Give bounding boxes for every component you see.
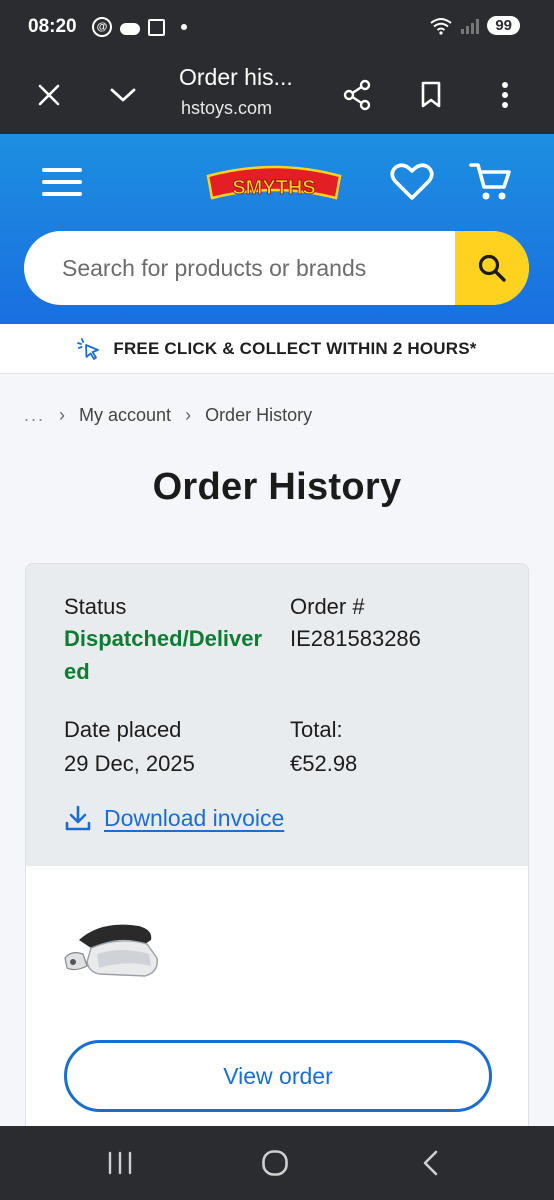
date-placed-label: Date placed (64, 717, 182, 742)
share-icon (343, 79, 371, 111)
total-label: Total: (290, 717, 343, 742)
breadcrumb-order-history: Order History (205, 405, 313, 425)
chevron-down-icon (110, 88, 136, 102)
search-input[interactable] (24, 231, 454, 305)
view-order-button[interactable]: View order (64, 1040, 492, 1112)
order-number-value: IE281583286 (290, 626, 421, 651)
order-summary: Status Dispatched/Delivered Order # IE28… (26, 564, 528, 866)
system-navigation-bar (0, 1126, 554, 1200)
wifi-icon (430, 17, 452, 35)
total-value: €52.98 (290, 751, 358, 776)
logo-text: SMYTHS (232, 177, 315, 199)
menu-button[interactable] (36, 158, 88, 206)
more-vertical-icon (502, 82, 508, 108)
back-button[interactable] (390, 1126, 470, 1200)
url-text[interactable]: hstoys.com (181, 98, 272, 119)
bookmark-icon (421, 81, 441, 108)
at-sign-icon: @ (92, 17, 112, 37)
minimize-button[interactable] (100, 72, 146, 118)
status-time: 08:20 (28, 16, 77, 37)
more-options-button[interactable] (482, 72, 528, 118)
close-tab-button[interactable] (26, 72, 72, 118)
download-icon (65, 805, 91, 831)
notification-icons: @ (92, 17, 187, 37)
status-value: Dispatched/Delivered (64, 626, 263, 684)
more-notifications-dot-icon (181, 24, 187, 30)
order-card: Status Dispatched/Delivered Order # IE28… (25, 563, 529, 1143)
close-icon (38, 84, 60, 106)
chevron-right-icon: › (185, 405, 192, 425)
shopping-cart-icon (469, 163, 511, 200)
download-invoice-link[interactable]: Download invoice (64, 804, 284, 832)
recent-apps-button[interactable] (80, 1126, 160, 1200)
search-button[interactable] (455, 231, 529, 305)
search-icon (478, 254, 506, 282)
battery-indicator: 99 (487, 16, 520, 35)
signal-icon (461, 18, 480, 34)
breadcrumb: ... › My account › Order History (24, 405, 312, 426)
product-thumbnail[interactable] (61, 914, 167, 986)
promo-banner[interactable]: FREE CLICK & COLLECT WITHIN 2 HOURS* (0, 324, 554, 374)
bookmark-button[interactable] (408, 72, 454, 118)
date-placed-value: 29 Dec, 2025 (64, 751, 195, 776)
promo-text: FREE CLICK & COLLECT WITHIN 2 HOURS* (113, 338, 477, 358)
back-chevron-icon (423, 1150, 438, 1176)
site-header: SMYTHS (0, 134, 554, 324)
status-bar: 08:20 @ 99 (0, 0, 554, 52)
status-label: Status (64, 594, 127, 619)
hamburger-menu-icon (42, 168, 82, 196)
cloud-icon (120, 23, 140, 35)
wishlist-button[interactable] (386, 156, 438, 208)
download-invoice-label[interactable]: Download invoice (104, 805, 284, 832)
breadcrumb-ellipsis[interactable]: ... (24, 405, 45, 426)
chevron-right-icon: › (59, 405, 66, 425)
smyths-logo[interactable]: SMYTHS (204, 162, 344, 210)
order-number-label: Order # (290, 594, 365, 619)
cart-button[interactable] (464, 156, 518, 208)
page-title: Order History (152, 466, 402, 508)
search-bar (24, 231, 529, 305)
heart-icon (390, 163, 434, 200)
home-button[interactable] (235, 1126, 315, 1200)
calendar-icon (148, 18, 165, 36)
tab-title: Order his... (179, 64, 293, 90)
breadcrumb-my-account[interactable]: My account (79, 405, 171, 426)
home-circle-icon (262, 1150, 288, 1176)
recent-apps-icon (108, 1151, 132, 1175)
click-pointer-icon (77, 337, 100, 360)
browser-toolbar: Order his... hstoys.com (0, 52, 554, 134)
share-button[interactable] (334, 72, 380, 118)
